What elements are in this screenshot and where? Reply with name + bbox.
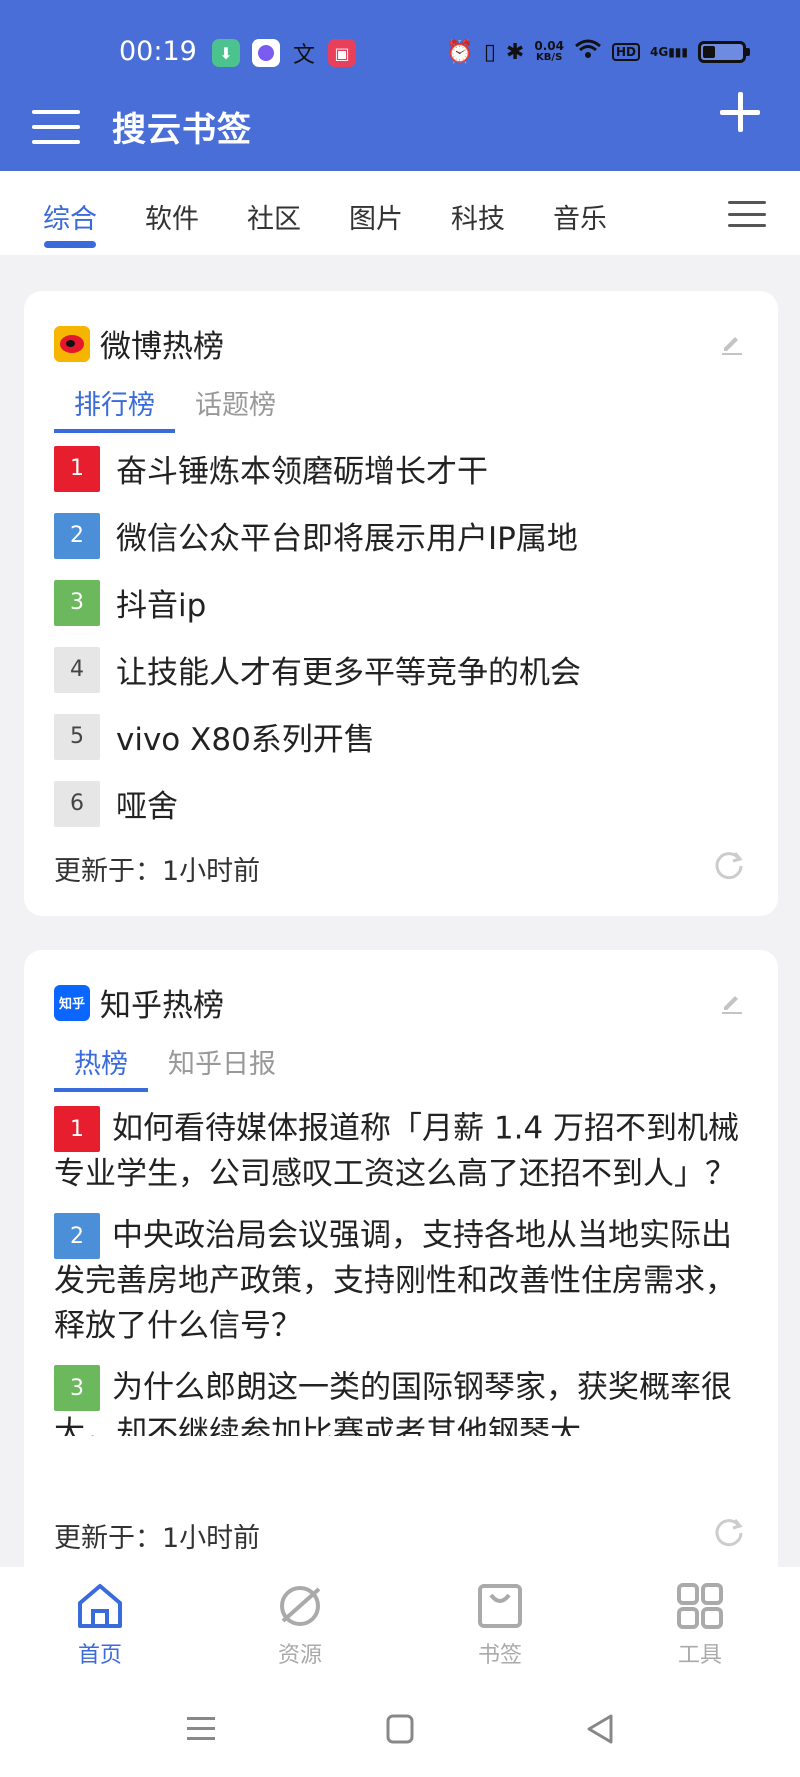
alarm-icon: ⏰ [446, 39, 474, 65]
weibo-hot-card: 微博热榜 排行榜 话题榜 1 奋斗锤炼本领磨砺增长才干 2 微信公众平台即将展示用户… [24, 291, 778, 916]
home-nav-icon[interactable] [386, 1714, 414, 1744]
bluetooth-icon: ✱ [505, 39, 525, 65]
planet-icon [280, 1586, 321, 1626]
list-item[interactable]: 3 为什么郎朗这一类的国际钢琴家，获奖概率很大，却不继续参加比赛或者其他钢琴大 [54, 1365, 748, 1436]
nav-bookmarks[interactable]: 书签 [440, 1581, 560, 1669]
plus-icon[interactable] [720, 92, 760, 132]
net-speed: 0.04 KB/S [534, 39, 564, 63]
weibo-logo-icon [54, 325, 90, 362]
download-icon: ⬇ [212, 39, 240, 67]
list-item[interactable]: 2 微信公众平台即将展示用户IP属地 [54, 502, 748, 569]
tab-tech[interactable]: 科技 [451, 197, 505, 236]
weibo-subtabs: 排行榜 话题榜 [54, 383, 296, 433]
signal-icon: 4G▮▮▮ [649, 45, 688, 59]
zhihu-logo-icon: 知乎 [54, 984, 90, 1021]
bottom-nav: 首页 资源 书签 工具 [0, 1567, 800, 1679]
subtab-hot[interactable]: 热榜 [54, 1042, 148, 1092]
hamburger-icon[interactable] [32, 110, 80, 144]
category-tabs: 综合 软件 社区 图片 科技 音乐 [0, 171, 800, 255]
list-item[interactable]: 6 哑舍 [54, 770, 748, 837]
card-title: 知乎 知乎热榜 [54, 980, 224, 1025]
app-header: 00:19 ⬇ 文 ▣ ⏰ ▯ ✱ 0.04 KB/S HD 4G▮▮▮ 搜云书… [0, 0, 800, 171]
tab-music[interactable]: 音乐 [553, 197, 607, 236]
card-title: 微博热榜 [54, 321, 224, 366]
status-right-icons: ⏰ ▯ ✱ 0.04 KB/S HD 4G▮▮▮ [446, 38, 750, 66]
tab-comprehensive[interactable]: 综合 [43, 197, 97, 236]
nav-home[interactable]: 首页 [40, 1581, 160, 1669]
refresh-icon[interactable] [712, 849, 746, 883]
tab-community[interactable]: 社区 [247, 197, 301, 236]
nav-tools[interactable]: 工具 [640, 1581, 760, 1669]
wifi-icon [574, 38, 602, 66]
zhihu-subtabs: 热榜 知乎日报 [54, 1042, 296, 1092]
status-bar: 00:19 ⬇ 文 ▣ ⏰ ▯ ✱ 0.04 KB/S HD 4G▮▮▮ [0, 28, 800, 78]
subtab-ranking[interactable]: 排行榜 [54, 383, 175, 433]
edit-icon[interactable] [720, 990, 744, 1014]
list-item[interactable]: 5 vivo X80系列开售 [54, 703, 748, 770]
battery-icon [698, 41, 750, 63]
weibo-list: 1 奋斗锤炼本领磨砺增长才干 2 微信公众平台即将展示用户IP属地 3 抖音ip 4让… [54, 435, 748, 837]
zhihu-list: 1 如何看待媒体报道称「月薪 1.4 万招不到机械专业学生，公司感叹工资这么高了还… [54, 1106, 748, 1436]
list-item[interactable]: 4 让技能人才有更多平等竞争的机会 [54, 636, 748, 703]
tab-indicator [44, 241, 96, 248]
tab-software[interactable]: 软件 [145, 197, 199, 236]
list-item[interactable]: 1 如何看待媒体报道称「月薪 1.4 万招不到机械专业学生，公司感叹工资这么高了还… [54, 1106, 748, 1197]
zhihu-title: 知乎热榜 [100, 988, 224, 1024]
list-item[interactable]: 1 奋斗锤炼本领磨砺增长才干 [54, 435, 748, 502]
zhihu-hot-card: 知乎 知乎热榜 热榜 知乎日报 1 如何看待媒体报道称「月薪 1.4 万招不到机械… [24, 950, 778, 1567]
status-time: 00:19 [119, 36, 197, 67]
nav-resources[interactable]: 资源 [240, 1581, 360, 1669]
grid-icon [677, 1583, 723, 1629]
subtab-topics[interactable]: 话题榜 [175, 383, 296, 433]
video-app-icon: ▣ [328, 39, 356, 67]
subtab-daily[interactable]: 知乎日报 [148, 1042, 296, 1092]
app-notification-icon [252, 39, 280, 67]
update-time: 更新于：1小时前 [54, 856, 261, 887]
list-item[interactable]: 2 中央政治局会议强调，支持各地从当地实际出发完善房地产政策，支持刚性和改善性住房… [54, 1213, 748, 1349]
system-nav-bar [0, 1679, 800, 1777]
home-icon [78, 1584, 122, 1628]
translate-icon: 文 [292, 43, 315, 68]
app-title: 搜云书签 [112, 110, 252, 150]
tab-images[interactable]: 图片 [349, 197, 403, 236]
edit-icon[interactable] [720, 331, 744, 355]
vibrate-icon: ▯ [483, 39, 496, 65]
tabs-menu-icon[interactable] [728, 201, 766, 227]
weibo-title: 微博热榜 [100, 329, 224, 365]
back-icon[interactable] [586, 1713, 614, 1745]
recent-apps-icon[interactable] [186, 1715, 216, 1743]
refresh-icon[interactable] [712, 1516, 746, 1550]
hd-badge: HD [611, 43, 640, 61]
update-time: 更新于：1小时前 [54, 1523, 261, 1554]
bag-icon [478, 1584, 522, 1628]
list-item[interactable]: 3 抖音ip [54, 569, 748, 636]
